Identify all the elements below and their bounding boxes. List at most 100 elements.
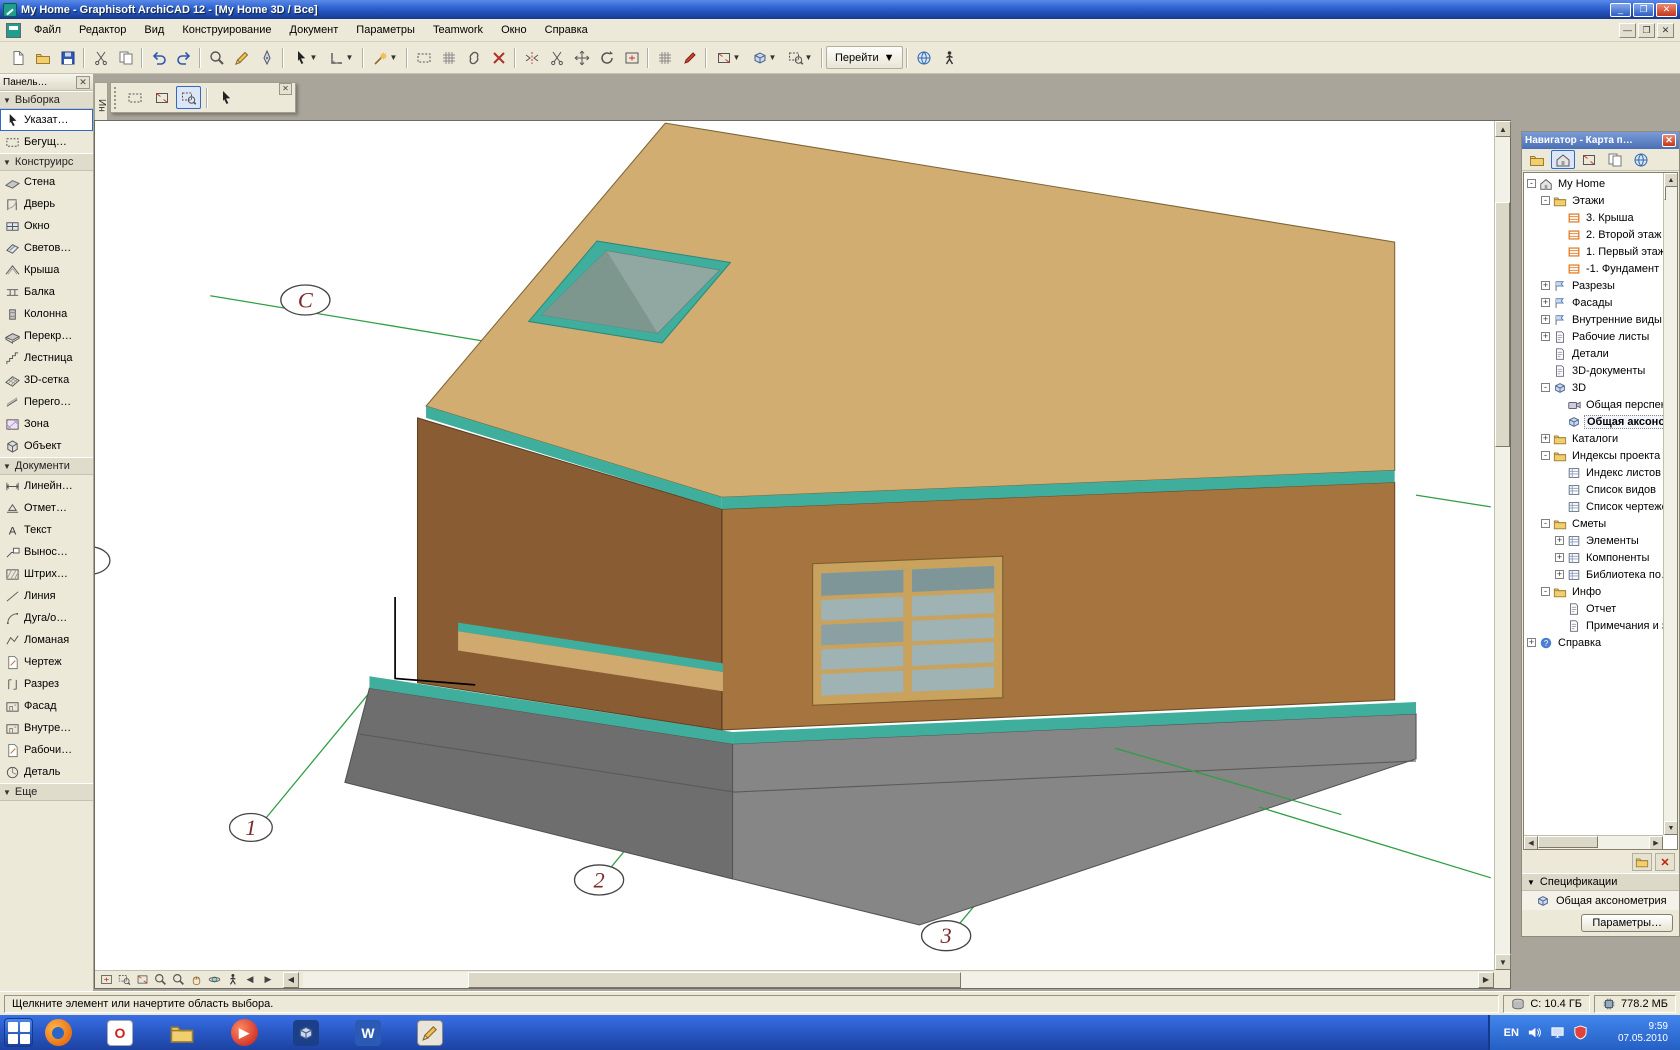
toolbox-item-skylight[interactable]: Светов… xyxy=(0,237,93,259)
tree-item-3d[interactable]: 3D xyxy=(1525,379,1663,396)
tree-item-story-2[interactable]: 2. Второй этаж xyxy=(1525,226,1663,243)
delete-view-button[interactable]: ✕ xyxy=(1655,853,1675,871)
toolbox-item-dimension[interactable]: Линейн… xyxy=(0,475,93,497)
menu-design[interactable]: Конструирование xyxy=(173,20,280,40)
copy-button[interactable] xyxy=(113,46,138,69)
expand-icon[interactable] xyxy=(1527,638,1536,647)
expand-icon[interactable] xyxy=(1541,315,1550,324)
walk-button[interactable] xyxy=(223,972,241,988)
tree-hscroll-thumb[interactable] xyxy=(1538,836,1598,848)
tree-item-worksheets[interactable]: Рабочие листы xyxy=(1525,328,1663,345)
mdi-restore-button[interactable]: ❐ xyxy=(1638,23,1655,38)
pan-button[interactable] xyxy=(187,972,205,988)
new-folder-button[interactable] xyxy=(1632,853,1652,871)
expand-icon[interactable] xyxy=(1541,281,1550,290)
toolbox-item-door[interactable]: Дверь xyxy=(0,193,93,215)
selection-toolbar-close-icon[interactable]: ✕ xyxy=(279,83,292,95)
scroll-up-icon[interactable]: ▲ xyxy=(1664,173,1678,187)
mdi-minimize-button[interactable]: — xyxy=(1619,23,1636,38)
menu-document[interactable]: Документ xyxy=(281,20,348,40)
zoom-button[interactable] xyxy=(204,46,229,69)
menu-options[interactable]: Параметры xyxy=(347,20,424,40)
web-object-button[interactable] xyxy=(911,46,936,69)
menu-teamwork[interactable]: Teamwork xyxy=(424,20,492,40)
menu-view[interactable]: Вид xyxy=(135,20,173,40)
tree-item-story-foundation[interactable]: -1. Фундамент xyxy=(1525,260,1663,277)
menu-window[interactable]: Окно xyxy=(492,20,536,40)
taskbar-firefox[interactable] xyxy=(43,1018,73,1048)
tree-item-project-indexes[interactable]: Индексы проекта xyxy=(1525,447,1663,464)
zoom-fit-button[interactable] xyxy=(97,972,115,988)
markup-button[interactable] xyxy=(677,46,702,69)
tree-item-view-list[interactable]: Список видов xyxy=(1525,481,1663,498)
tree-item-story-1[interactable]: 1. Первый этаж xyxy=(1525,243,1663,260)
arrow-select-button[interactable] xyxy=(213,86,238,109)
vertical-scroll-thumb[interactable] xyxy=(1495,202,1510,447)
redo-button[interactable] xyxy=(171,46,196,69)
toolbox-item-wall[interactable]: Стена xyxy=(0,171,93,193)
collapse-icon[interactable] xyxy=(1541,383,1550,392)
toolbox-section-document[interactable]: ▼Документи xyxy=(0,457,93,475)
parameters-button[interactable]: Параметры… xyxy=(1581,914,1673,932)
arrow-tool-dropdown[interactable]: ▼ xyxy=(287,46,323,69)
nav-view-map-button[interactable] xyxy=(1577,150,1601,169)
toolbox-item-line[interactable]: Линия xyxy=(0,585,93,607)
group-link-button[interactable] xyxy=(461,46,486,69)
tree-item-drawing-list[interactable]: Список чертежей xyxy=(1525,498,1663,515)
selection-window-dropdown[interactable]: ▼ xyxy=(782,46,818,69)
cut-scissors-button[interactable] xyxy=(544,46,569,69)
toolbox-item-marquee[interactable]: Бегущ… xyxy=(0,131,93,153)
window-3d[interactable] xyxy=(813,556,1003,705)
expand-icon[interactable] xyxy=(1541,434,1550,443)
tree-item-library[interactable]: Библиотека по… xyxy=(1525,566,1663,583)
marquee-rotated-button[interactable] xyxy=(176,86,201,109)
nav-layout-book-button[interactable] xyxy=(1603,150,1627,169)
tree-vertical-scrollbar[interactable]: ▲ ▼ xyxy=(1663,173,1677,835)
tree-item-axonometry[interactable]: Общая аксонометрия xyxy=(1525,413,1663,430)
marquee-thin-button[interactable] xyxy=(149,86,174,109)
specification-item[interactable]: Общая аксонометрия xyxy=(1522,891,1679,910)
zoom-in-button[interactable] xyxy=(151,972,169,988)
toolbox-item-polyline[interactable]: Ломаная xyxy=(0,629,93,651)
scroll-down-icon[interactable]: ▼ xyxy=(1495,954,1511,970)
menu-file[interactable]: Файл xyxy=(25,20,70,40)
tree-item-interior-views[interactable]: Внутренние виды xyxy=(1525,311,1663,328)
toolbox-item-mesh[interactable]: 3D-сетка xyxy=(0,369,93,391)
tree-item-my-home[interactable]: My Home xyxy=(1525,175,1663,192)
menu-help[interactable]: Справка xyxy=(536,20,597,40)
toolbox-close-icon[interactable]: ✕ xyxy=(76,76,90,89)
split-button[interactable] xyxy=(519,46,544,69)
toolbox-item-worksheet[interactable]: Рабочи… xyxy=(0,739,93,761)
toolbox-item-text[interactable]: Текст xyxy=(0,519,93,541)
tree-item-sections[interactable]: Разрезы xyxy=(1525,277,1663,294)
tree-item-details[interactable]: Детали xyxy=(1525,345,1663,362)
navigator-header[interactable]: Навигатор - Карта п… ✕ xyxy=(1522,132,1679,149)
toolbox-item-arc[interactable]: Дуга/о… xyxy=(0,607,93,629)
next-view-button[interactable]: ▶ xyxy=(259,972,277,988)
zoom-out-button[interactable] xyxy=(169,972,187,988)
taskbar-word[interactable]: W xyxy=(353,1018,383,1048)
tree-item-help[interactable]: Справка xyxy=(1525,634,1663,651)
zoom-window-button[interactable] xyxy=(115,972,133,988)
marquee-single-button[interactable] xyxy=(122,86,147,109)
taskbar-explorer[interactable] xyxy=(167,1018,197,1048)
collapse-icon[interactable] xyxy=(1541,451,1550,460)
tree-vscroll-thumb[interactable] xyxy=(1664,186,1666,200)
taskbar-archicad-3d[interactable] xyxy=(291,1018,321,1048)
enhanced-grid-button[interactable] xyxy=(652,46,677,69)
zoom-frame-dropdown[interactable]: ▼ xyxy=(710,46,746,69)
toolbox-item-stair[interactable]: Лестница xyxy=(0,347,93,369)
horizontal-scroll-thumb[interactable] xyxy=(468,972,962,988)
tree-item-elements[interactable]: Элементы xyxy=(1525,532,1663,549)
menu-edit[interactable]: Редактор xyxy=(70,20,135,40)
toolbox-item-drawing[interactable]: Чертеж xyxy=(0,651,93,673)
coordinate-dropdown[interactable]: ▼ xyxy=(323,46,359,69)
collapse-icon[interactable] xyxy=(1541,196,1550,205)
mdi-close-button[interactable]: ✕ xyxy=(1657,23,1674,38)
toolbox-item-object[interactable]: Объект xyxy=(0,435,93,457)
nav-publisher-button[interactable] xyxy=(1629,150,1653,169)
open-button[interactable] xyxy=(30,46,55,69)
tree-item-sheet-index[interactable]: Индекс листов xyxy=(1525,464,1663,481)
collapse-icon[interactable] xyxy=(1541,587,1550,596)
tree-item-schedules[interactable]: Сметы xyxy=(1525,515,1663,532)
